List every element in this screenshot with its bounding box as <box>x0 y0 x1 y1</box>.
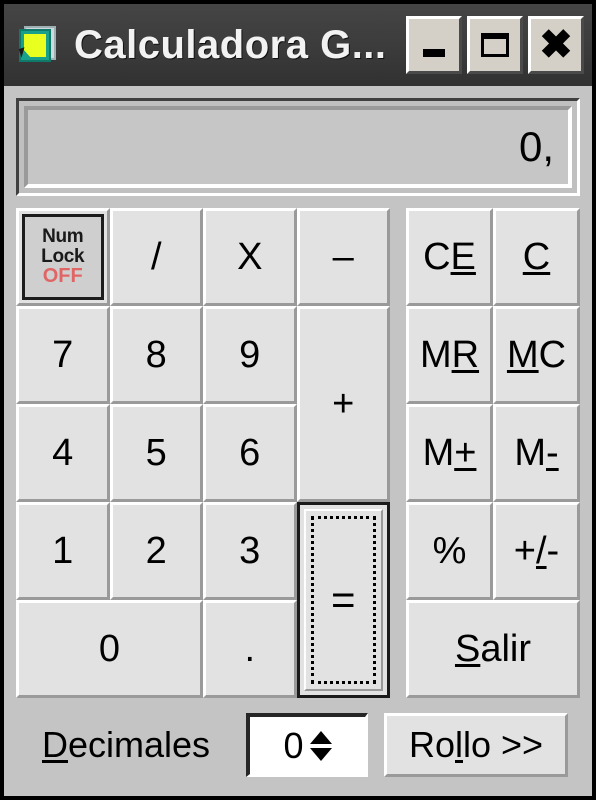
close-icon: ✖ <box>539 23 573 67</box>
salir-accel: S <box>454 627 481 670</box>
mc-post: C <box>538 333 567 376</box>
digit-1-button[interactable]: 1 <box>16 502 110 600</box>
mminus-pre: M <box>514 431 546 474</box>
decimales-post: ecimales <box>68 724 211 765</box>
rollo-pre: Ro <box>408 724 455 765</box>
mminus-accel: - <box>546 431 559 474</box>
minimize-icon <box>423 49 445 57</box>
calculator-window: Calculadora G... ✖ 0, Num Lock OFF / X –… <box>0 0 596 800</box>
numlock-label-line1: Num <box>42 226 84 248</box>
digit-2-button[interactable]: 2 <box>109 502 203 600</box>
maximize-icon <box>481 33 509 57</box>
plusminus-accel: / <box>535 529 547 572</box>
window-title: Calculadora G... <box>74 25 387 65</box>
display-field[interactable]: 0, <box>24 106 572 188</box>
multiply-button[interactable]: X <box>203 208 297 306</box>
memory-clear-button[interactable]: MC <box>493 306 580 404</box>
sign-toggle-button[interactable]: + / - <box>493 502 580 600</box>
digit-9-button[interactable]: 9 <box>203 306 297 404</box>
minus-button[interactable]: – <box>296 208 390 306</box>
window-controls: ✖ <box>406 16 584 74</box>
mplus-accel: + <box>454 431 477 474</box>
title-bar[interactable]: Calculadora G... ✖ <box>4 4 592 86</box>
numlock-toggle-button[interactable]: Num Lock OFF <box>16 208 110 306</box>
decimales-spinner[interactable]: 0 <box>246 713 369 777</box>
digit-3-button[interactable]: 3 <box>203 502 297 600</box>
clear-button[interactable]: C <box>493 208 580 306</box>
function-keypad: CE C MR MC M + M- % + / - S alir <box>406 208 580 698</box>
plusminus-pre: + <box>513 529 536 572</box>
keypad-region: Num Lock OFF / X – 7 8 9 + 4 5 6 1 2 3 =… <box>16 196 580 704</box>
memory-add-button[interactable]: M + <box>406 404 493 502</box>
bottom-bar: Decimales 0 Ro l lo >> <box>16 704 580 796</box>
client-area: 0, Num Lock OFF / X – 7 8 9 + 4 5 6 1 2 … <box>4 86 592 796</box>
spinner-down-icon[interactable] <box>309 747 332 761</box>
spinner-up-icon[interactable] <box>309 730 332 744</box>
digit-8-button[interactable]: 8 <box>109 306 203 404</box>
clear-entry-button[interactable]: CE <box>406 208 493 306</box>
numlock-state: OFF <box>42 265 83 288</box>
exit-button[interactable]: Salir <box>406 600 580 698</box>
decimales-label: Decimales <box>42 724 210 766</box>
decimales-value: 0 <box>283 724 304 766</box>
spinner-arrows <box>309 730 332 761</box>
divide-button[interactable]: / <box>109 208 203 306</box>
percent-pre: % <box>432 529 467 572</box>
plus-button[interactable]: + <box>296 306 390 502</box>
ce-pre: C <box>423 235 451 278</box>
focus-indicator <box>310 516 376 684</box>
digit-7-button[interactable]: 7 <box>16 306 110 404</box>
app-icon <box>18 24 60 66</box>
decimal-point-button[interactable]: . <box>203 600 297 698</box>
display-frame: 0, <box>16 98 580 196</box>
close-button[interactable]: ✖ <box>528 16 584 74</box>
plusminus-post: - <box>546 529 560 572</box>
numeric-keypad: Num Lock OFF / X – 7 8 9 + 4 5 6 1 2 3 =… <box>16 208 390 698</box>
display-value: 0, <box>518 123 554 170</box>
equals-button[interactable]: = <box>296 502 390 698</box>
rollo-button[interactable]: Ro l lo >> <box>384 713 568 777</box>
minimize-button[interactable] <box>406 16 462 74</box>
mr-pre: M <box>419 333 452 376</box>
digit-6-button[interactable]: 6 <box>203 404 297 502</box>
digit-0-button[interactable]: 0 <box>16 600 203 698</box>
ce-accel: E <box>450 235 476 278</box>
salir-post: alir <box>480 627 532 670</box>
rollo-accel: l <box>455 724 463 765</box>
memory-subtract-button[interactable]: M- <box>493 404 580 502</box>
numlock-label-line2: Lock <box>41 245 85 267</box>
mr-accel: R <box>451 333 480 376</box>
mc-accel: M <box>506 333 539 376</box>
maximize-button[interactable] <box>467 16 523 74</box>
digit-4-button[interactable]: 4 <box>16 404 110 502</box>
percent-button[interactable]: % <box>406 502 493 600</box>
digit-5-button[interactable]: 5 <box>109 404 203 502</box>
mplus-pre: M <box>422 431 455 474</box>
memory-recall-button[interactable]: MR <box>406 306 493 404</box>
rollo-post: lo >> <box>463 724 544 765</box>
c-accel: C <box>522 235 551 278</box>
decimales-accel: D <box>42 724 68 765</box>
